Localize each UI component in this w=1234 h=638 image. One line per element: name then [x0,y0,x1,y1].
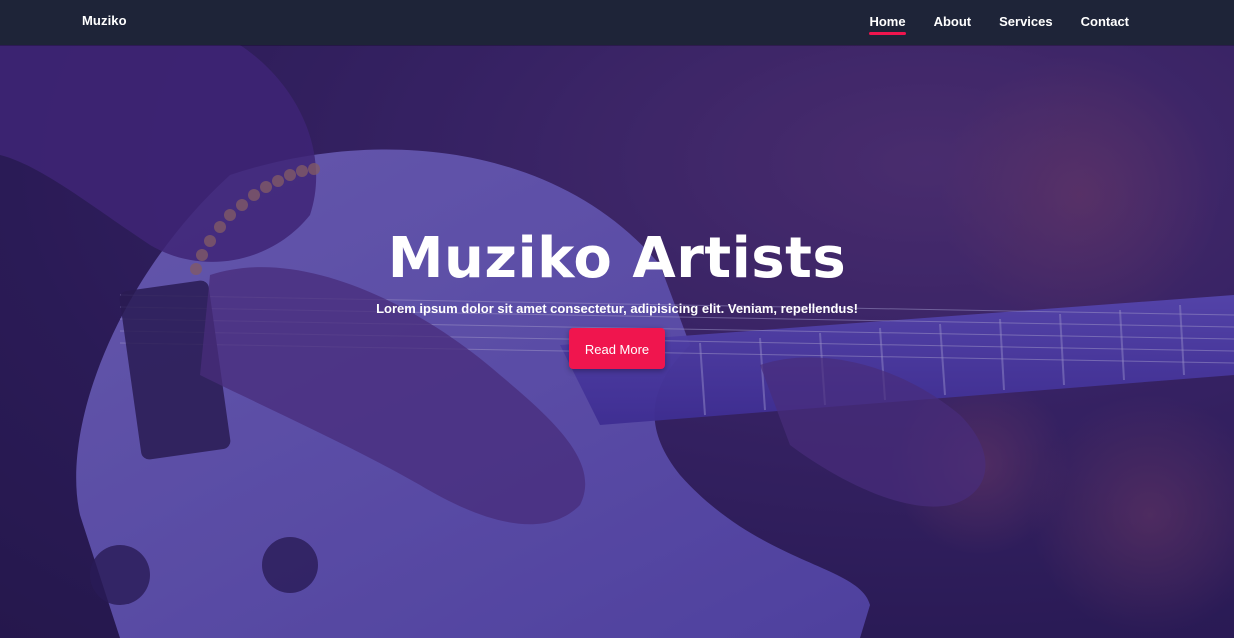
nav-link-services[interactable]: Services [999,14,1053,29]
nav-link-about[interactable]: About [934,14,972,29]
hero-content: Muziko Artists Lorem ipsum dolor sit ame… [0,223,1234,369]
page: Muziko Home About Services Contact Muzik… [0,0,1234,638]
navbar: Muziko Home About Services Contact [0,0,1234,45]
nav-links: Home About Services Contact [869,13,1129,31]
brand-logo[interactable]: Muziko [82,13,127,28]
read-more-button[interactable]: Read More [569,328,665,369]
nav-link-home[interactable]: Home [869,14,905,29]
hero-description: Lorem ipsum dolor sit amet consectetur, … [376,301,858,316]
nav-link-contact[interactable]: Contact [1081,14,1129,29]
hero-section: Muziko Artists Lorem ipsum dolor sit ame… [0,45,1234,638]
hero-title: Muziko Artists [387,226,847,291]
